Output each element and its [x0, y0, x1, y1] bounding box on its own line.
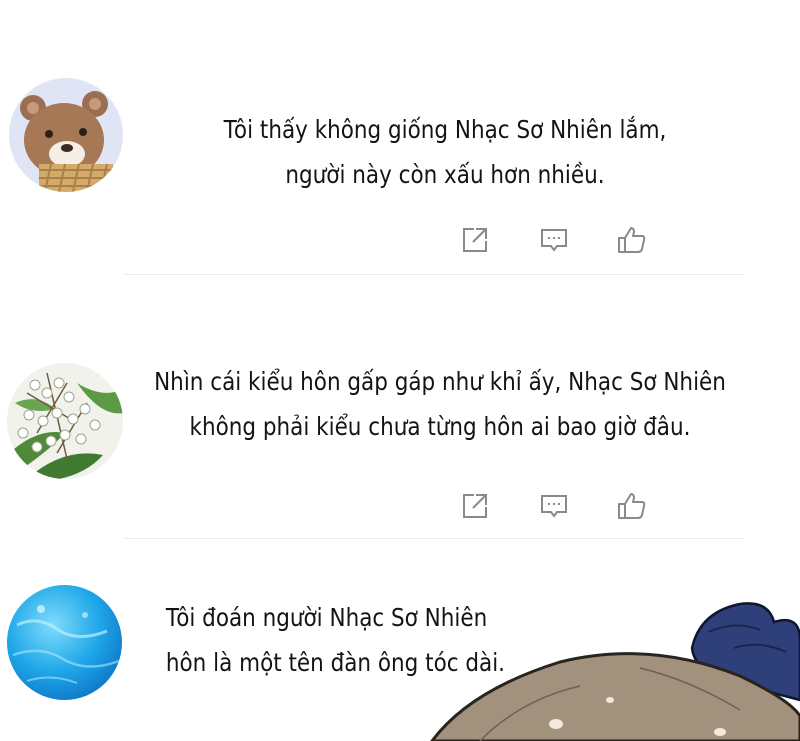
- share-icon[interactable]: [459, 490, 491, 522]
- comment-line: Nhìn cái kiểu hôn gấp gáp như khỉ ấy, Nh…: [154, 367, 726, 396]
- comment-actions: [0, 224, 800, 256]
- comment-actions: [0, 490, 800, 522]
- divider: [124, 538, 744, 539]
- comment-icon[interactable]: [538, 224, 570, 256]
- flower-avatar[interactable]: [7, 363, 123, 479]
- comment-text: Nhìn cái kiểu hôn gấp gáp như khỉ ấy, Nh…: [130, 359, 749, 449]
- comment-line: không phải kiểu chưa từng hôn ai bao giờ…: [189, 412, 691, 441]
- comment-text: Tôi thấy không giống Nhạc Sơ Nhiên lắm, …: [191, 107, 698, 197]
- comment-line: Tôi thấy không giống Nhạc Sơ Nhiên lắm,: [223, 115, 667, 144]
- divider: [124, 274, 744, 275]
- comment-line: hôn là một tên đàn ông tóc dài.: [165, 648, 506, 677]
- water-avatar[interactable]: [7, 585, 122, 700]
- like-icon[interactable]: [616, 490, 648, 522]
- comment-line: người này còn xấu hơn nhiều.: [285, 160, 605, 189]
- comment-1: Tôi thấy không giống Nhạc Sơ Nhiên lắm, …: [0, 0, 800, 280]
- comment-icon[interactable]: [538, 490, 570, 522]
- comment-text: Tôi đoán người Nhạc Sơ Nhiên hôn là một …: [165, 595, 506, 685]
- comment-2: Nhìn cái kiểu hôn gấp gáp như khỉ ấy, Nh…: [0, 280, 800, 540]
- bear-avatar[interactable]: [9, 78, 123, 192]
- comment-3: Tôi đoán người Nhạc Sơ Nhiên hôn là một …: [0, 540, 800, 741]
- comment-line: Tôi đoán người Nhạc Sơ Nhiên: [165, 603, 488, 632]
- share-icon[interactable]: [459, 224, 491, 256]
- like-icon[interactable]: [616, 224, 648, 256]
